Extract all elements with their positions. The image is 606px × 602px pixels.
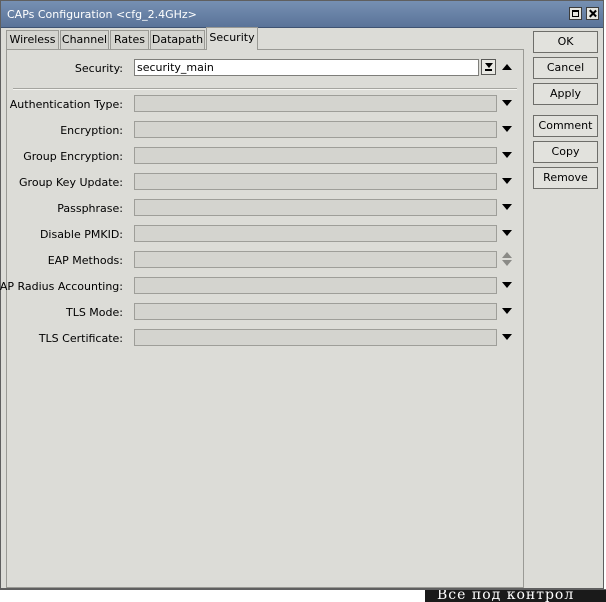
background-banner-text: Все под контрол xyxy=(437,590,575,602)
group-encryption-field[interactable] xyxy=(134,147,497,164)
tab-channel[interactable]: Channel xyxy=(60,30,109,49)
eap-methods-label: EAP Methods: xyxy=(47,254,123,267)
group-key-update-field[interactable] xyxy=(134,173,497,190)
authentication-type-label: Authentication Type: xyxy=(9,98,123,111)
triangle-down-icon[interactable] xyxy=(502,126,512,132)
passphrase-field[interactable] xyxy=(134,199,497,216)
tls-certificate-field[interactable] xyxy=(134,329,497,346)
tls-mode-field[interactable] xyxy=(134,303,497,320)
disable-pmkid-field[interactable] xyxy=(134,225,497,242)
tab-datapath[interactable]: Datapath xyxy=(150,30,205,49)
triangle-down-icon[interactable] xyxy=(502,282,512,288)
comment-button[interactable]: Comment xyxy=(533,115,598,137)
combo-dropdown-icon[interactable] xyxy=(481,59,496,75)
tab-wireless[interactable]: Wireless xyxy=(6,30,59,49)
window-title: CAPs Configuration <cfg_2.4GHz> xyxy=(7,8,197,21)
security-value: security_main xyxy=(137,61,214,74)
close-icon[interactable] xyxy=(586,7,599,20)
authentication-type-field[interactable] xyxy=(134,95,497,112)
maximize-icon[interactable] xyxy=(569,7,582,20)
eap-radius-accounting-label: EAP Radius Accounting: xyxy=(0,280,123,293)
triangle-down-icon[interactable] xyxy=(502,100,512,106)
passphrase-label: Passphrase: xyxy=(57,202,123,215)
group-encryption-label: Group Encryption: xyxy=(23,150,123,163)
triangle-down-icon[interactable] xyxy=(502,308,512,314)
eap-radius-accounting-field[interactable] xyxy=(134,277,497,294)
eap-methods-field[interactable] xyxy=(134,251,497,268)
disable-pmkid-label: Disable PMKID: xyxy=(39,228,123,241)
title-bar[interactable]: CAPs Configuration <cfg_2.4GHz> xyxy=(1,1,603,28)
remove-button[interactable]: Remove xyxy=(533,167,598,189)
encryption-field[interactable] xyxy=(134,121,497,138)
triangle-down-icon[interactable] xyxy=(502,204,512,210)
cancel-button[interactable]: Cancel xyxy=(533,57,598,79)
triangle-down-icon[interactable] xyxy=(502,334,512,340)
apply-button[interactable]: Apply xyxy=(533,83,598,105)
group-key-update-label: Group Key Update: xyxy=(19,176,123,189)
tls-mode-label: TLS Mode: xyxy=(65,306,123,319)
encryption-label: Encryption: xyxy=(60,124,123,137)
triangle-down-icon[interactable] xyxy=(502,178,512,184)
background-banner: Все под контрол xyxy=(425,590,606,602)
tls-certificate-label: TLS Certificate: xyxy=(38,332,123,345)
triangle-down-icon[interactable] xyxy=(502,260,512,266)
triangle-down-icon[interactable] xyxy=(502,230,512,236)
ok-button[interactable]: OK xyxy=(533,31,598,53)
tab-security[interactable]: Security xyxy=(206,27,258,50)
section-divider xyxy=(13,88,517,90)
triangle-down-icon[interactable] xyxy=(502,152,512,158)
triangle-up-icon[interactable] xyxy=(502,252,512,258)
security-select[interactable]: security_main xyxy=(134,59,479,76)
tab-rates[interactable]: Rates xyxy=(110,30,149,49)
copy-button[interactable]: Copy xyxy=(533,141,598,163)
triangle-up-icon[interactable] xyxy=(502,64,512,70)
caps-configuration-window: CAPs Configuration <cfg_2.4GHz> Wireless… xyxy=(0,0,604,589)
security-label: Security: xyxy=(74,62,123,75)
